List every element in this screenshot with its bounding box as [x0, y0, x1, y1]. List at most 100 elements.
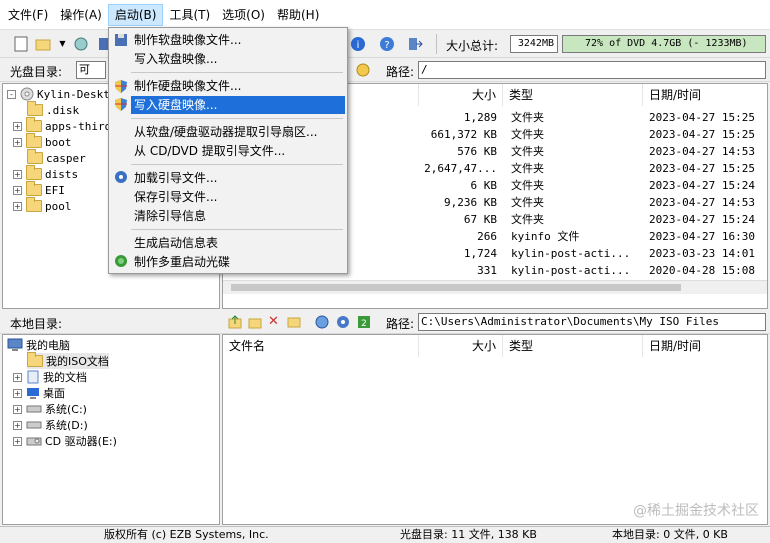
menu-item-make-hdd-image[interactable]: 制作硬盘映像文件... — [131, 77, 345, 95]
open-icon[interactable] — [34, 35, 51, 52]
tree-node[interactable]: - Kylin-Desktop — [7, 86, 123, 102]
menu-item-extract-cd-boot-file[interactable]: 从 CD/DVD 提取引导文件... — [131, 142, 345, 160]
col-header-date[interactable]: 日期/时间 — [643, 335, 767, 357]
folder-icon — [26, 165, 42, 180]
folder-icon — [26, 181, 42, 196]
cd-volume-combo[interactable]: 可 — [76, 61, 106, 79]
extract-icon[interactable] — [72, 35, 89, 52]
expand-icon[interactable]: + — [13, 372, 22, 382]
tree-node[interactable]: casper — [27, 149, 86, 166]
collapse-icon[interactable]: - — [7, 89, 16, 99]
menu-item-write-hdd-image[interactable]: 写入硬盘映像... — [131, 96, 345, 114]
file-size: 1,724 — [463, 247, 497, 260]
iso-folder-icon — [27, 352, 43, 367]
tree-node[interactable]: 我的电脑 — [7, 337, 70, 353]
about-icon[interactable]: ? — [378, 35, 395, 52]
col-header-size[interactable]: 大小 — [419, 335, 503, 357]
browse-icon[interactable] — [313, 313, 330, 330]
file-type: 文件夹 — [511, 196, 544, 209]
expand-icon[interactable]: + — [13, 420, 22, 430]
file-date: 2023-04-27 14:53 — [649, 145, 755, 158]
new-icon[interactable] — [12, 35, 29, 52]
file-type: 文件夹 — [511, 128, 544, 141]
delete-icon[interactable]: ✕ — [265, 313, 282, 330]
menu-options[interactable]: 选项(O) — [216, 4, 271, 26]
menu-item-generate-boot-info-table[interactable]: 生成启动信息表 — [131, 234, 345, 252]
expand-icon[interactable]: + — [13, 201, 22, 211]
expand-icon[interactable]: + — [13, 404, 22, 414]
expand-icon[interactable]: + — [13, 388, 22, 398]
menu-tools[interactable]: 工具(T) — [163, 4, 216, 26]
tree-node-label: casper — [46, 151, 86, 165]
desktop-icon — [27, 388, 39, 399]
tree-node-label: .disk — [46, 103, 80, 117]
menu-item-make-floppy-image[interactable]: 制作软盘映像文件... — [131, 31, 345, 49]
tree-node[interactable]: + dists — [13, 165, 78, 182]
col-header-name[interactable]: 文件名 — [223, 335, 419, 357]
rename-icon[interactable] — [285, 313, 302, 330]
globe-icon — [113, 253, 129, 269]
exit-icon[interactable] — [406, 35, 423, 52]
file-size: 2,647,47... — [424, 162, 497, 175]
menu-item-load-boot-file[interactable]: 加载引导文件... — [131, 169, 345, 187]
help-icon[interactable]: i — [349, 35, 366, 52]
tree-node[interactable]: + 我的文档 — [13, 369, 87, 385]
tree-node[interactable]: + EFI — [13, 181, 65, 198]
toolbar-divider — [436, 34, 437, 54]
expand-icon[interactable]: + — [13, 185, 22, 195]
tree-node-label: 我的ISO文档 — [46, 355, 109, 368]
folder-icon — [27, 149, 43, 164]
tree-node[interactable]: .disk — [27, 101, 80, 118]
menu-item-extract-boot-sector[interactable]: 从软盘/硬盘驱动器提取引导扇区... — [131, 123, 345, 141]
menu-item-make-multiboot-disc[interactable]: 制作多重启动光碟 — [131, 253, 345, 271]
cd-path-field[interactable]: / — [418, 61, 766, 79]
expand-icon[interactable]: + — [13, 169, 22, 179]
tree-node-label: 系统(C:) — [45, 403, 87, 416]
menu-help[interactable]: 帮助(H) — [271, 4, 325, 26]
new-folder-icon[interactable] — [246, 313, 263, 330]
file-type: 文件夹 — [511, 145, 544, 158]
tree-node[interactable]: + pool — [13, 197, 72, 214]
menu-item-clear-boot-info[interactable]: 清除引导信息 — [131, 207, 345, 225]
file-type: kylin-post-acti... — [511, 247, 631, 260]
tree-node[interactable]: + CD 驱动器(E:) — [13, 433, 117, 449]
menu-separator — [131, 229, 343, 230]
tree-node[interactable]: + 系统(D:) — [13, 417, 88, 433]
menu-boot[interactable]: 启动(B) — [107, 3, 164, 26]
tree-node-selected[interactable]: 我的ISO文档 — [27, 352, 109, 369]
file-size: 576 KB — [457, 145, 497, 158]
total-size-label: 大小总计: — [446, 39, 499, 53]
menu-file[interactable]: 文件(F) — [2, 4, 54, 26]
chevron-down-icon[interactable]: ▼ — [54, 35, 71, 52]
menu-actions[interactable]: 操作(A) — [54, 4, 108, 26]
col-header-type[interactable]: 类型 — [503, 84, 643, 106]
refresh-icon[interactable]: 2 — [355, 313, 372, 330]
tree-node[interactable]: + apps-third — [13, 117, 111, 134]
tree-node[interactable]: + 系统(C:) — [13, 401, 87, 417]
file-type: kylin-post-acti... — [511, 264, 631, 277]
tree-node-label: 我的文档 — [43, 371, 87, 384]
gear-icon — [113, 169, 129, 185]
col-header-type[interactable]: 类型 — [503, 335, 643, 357]
col-header-date[interactable]: 日期/时间 — [643, 84, 767, 106]
up-folder-icon[interactable] — [226, 313, 243, 330]
documents-icon — [27, 370, 39, 384]
watermark: @稀土掘金技术社区 — [633, 503, 759, 519]
tree-node[interactable]: + 桌面 — [13, 385, 65, 401]
scrollbar-thumb[interactable] — [231, 284, 681, 291]
horizontal-scrollbar[interactable] — [223, 280, 767, 294]
file-size: 6 KB — [470, 179, 498, 192]
local-path-field[interactable]: C:\Users\Administrator\Documents\My ISO … — [418, 313, 766, 331]
gear-icon[interactable] — [334, 313, 351, 330]
expand-icon[interactable]: + — [13, 121, 22, 131]
expand-icon[interactable]: + — [13, 137, 22, 147]
floppy-icon — [113, 32, 129, 48]
file-type: kyinfo 文件 — [511, 230, 580, 243]
cd-settings-icon[interactable] — [354, 61, 371, 78]
tree-node[interactable]: + boot — [13, 133, 72, 150]
menu-item-write-floppy-image[interactable]: 写入软盘映像... — [131, 50, 345, 68]
file-type: 文件夹 — [511, 162, 544, 175]
menu-item-save-boot-file[interactable]: 保存引导文件... — [131, 188, 345, 206]
col-header-size[interactable]: 大小 — [419, 84, 503, 106]
expand-icon[interactable]: + — [13, 436, 22, 446]
